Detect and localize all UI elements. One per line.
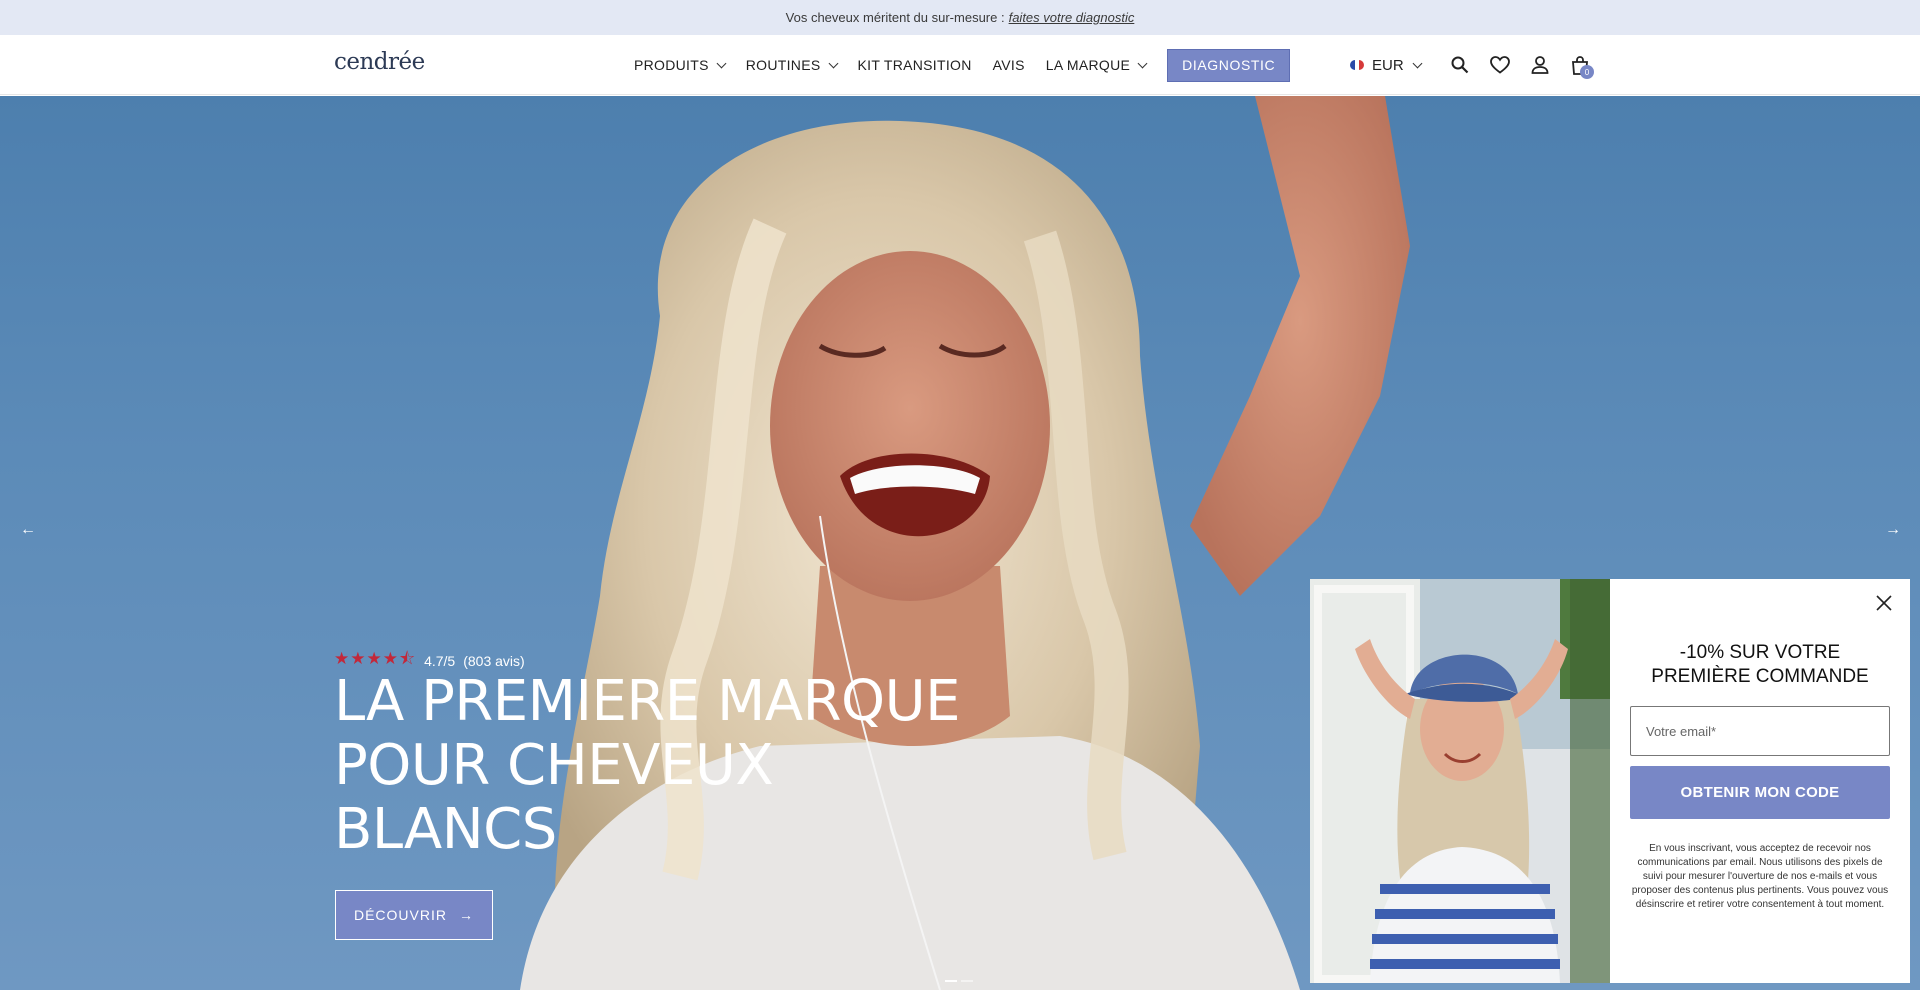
popup-title-line: -10% SUR VOTRE: [1679, 642, 1841, 663]
popup-legal-text: En vous inscrivant, vous acceptez de rec…: [1631, 843, 1889, 910]
nav-routines-label: ROUTINES: [745, 57, 821, 73]
nav-avis[interactable]: AVIS: [993, 57, 1025, 73]
next-slide-arrow[interactable]: →: [1883, 520, 1903, 540]
nav-la-marque-label: LA MARQUE: [1045, 57, 1131, 73]
france-flag-icon: [1350, 60, 1364, 70]
hero-title-line: POUR CHEVEUX: [334, 733, 774, 798]
popup-form: -10% SUR VOTRE PREMIÈRE COMMANDE OBTENIR…: [1610, 579, 1910, 983]
currency-label: EUR: [1372, 56, 1404, 74]
nav-produits-label: PRODUITS: [634, 57, 709, 73]
logo[interactable]: cendrée: [334, 49, 425, 75]
slide-dot-2[interactable]: [961, 980, 973, 982]
newsletter-popup: -10% SUR VOTRE PREMIÈRE COMMANDE OBTENIR…: [1310, 579, 1910, 983]
slide-dot-1[interactable]: [945, 980, 957, 982]
site-header: cendrée PRODUITS ROUTINES KIT TRANSITION…: [0, 35, 1920, 95]
rating-value: 4.7/5: [424, 652, 456, 669]
chevron-down-icon: [828, 58, 838, 68]
header-icons: 0: [1440, 35, 1600, 95]
currency-selector[interactable]: EUR: [1350, 35, 1423, 95]
chevron-down-icon: [1412, 58, 1423, 68]
hero-title-line: BLANCS: [334, 797, 557, 862]
nav-routines[interactable]: ROUTINES: [745, 57, 838, 73]
cart-count-badge: 0: [1580, 65, 1594, 79]
chevron-down-icon: [716, 58, 727, 68]
get-code-button[interactable]: OBTENIR MON CODE: [1630, 766, 1890, 819]
slider-dots: [945, 980, 977, 982]
account-icon[interactable]: [1520, 45, 1560, 85]
nav-produits[interactable]: PRODUITS: [634, 57, 727, 73]
search-icon[interactable]: [1440, 45, 1480, 85]
decouvrir-label: DÉCOUVRIR: [353, 907, 447, 923]
decouvrir-button[interactable]: DÉCOUVRIR →: [335, 890, 493, 940]
popup-photo: [1310, 579, 1610, 983]
close-icon[interactable]: [1874, 593, 1894, 613]
nav-kit-transition-label: KIT TRANSITION: [857, 57, 972, 73]
heart-icon[interactable]: [1480, 45, 1520, 85]
email-field[interactable]: [1630, 706, 1890, 756]
nav-la-marque[interactable]: LA MARQUE: [1045, 57, 1148, 73]
chevron-down-icon: [1137, 58, 1148, 68]
main-nav: PRODUITS ROUTINES KIT TRANSITION AVIS LA…: [634, 35, 1291, 95]
popup-title-line: PREMIÈRE COMMANDE: [1651, 666, 1869, 687]
cart-icon[interactable]: 0: [1560, 45, 1600, 85]
arrow-right-icon: →: [459, 907, 474, 923]
diagnostic-button[interactable]: DIAGNOSTIC: [1167, 48, 1291, 82]
hero-title: LA PREMIERE MARQUE POUR CHEVEUX BLANCS: [334, 670, 974, 862]
nav-avis-label: AVIS: [992, 57, 1025, 73]
hero-title-line: LA PREMIERE MARQUE: [334, 669, 960, 734]
nav-kit-transition[interactable]: KIT TRANSITION: [858, 57, 972, 73]
announcement-text: Vos cheveux méritent du sur-mesure :: [785, 10, 1005, 25]
popup-title: -10% SUR VOTRE PREMIÈRE COMMANDE: [1630, 641, 1890, 689]
prev-slide-arrow[interactable]: ←: [18, 520, 38, 540]
diagnostic-link[interactable]: faites votre diagnostic: [1009, 10, 1135, 25]
review-count[interactable]: (803 avis): [463, 653, 524, 669]
announcement-bar: Vos cheveux méritent du sur-mesure : fai…: [0, 0, 1920, 35]
